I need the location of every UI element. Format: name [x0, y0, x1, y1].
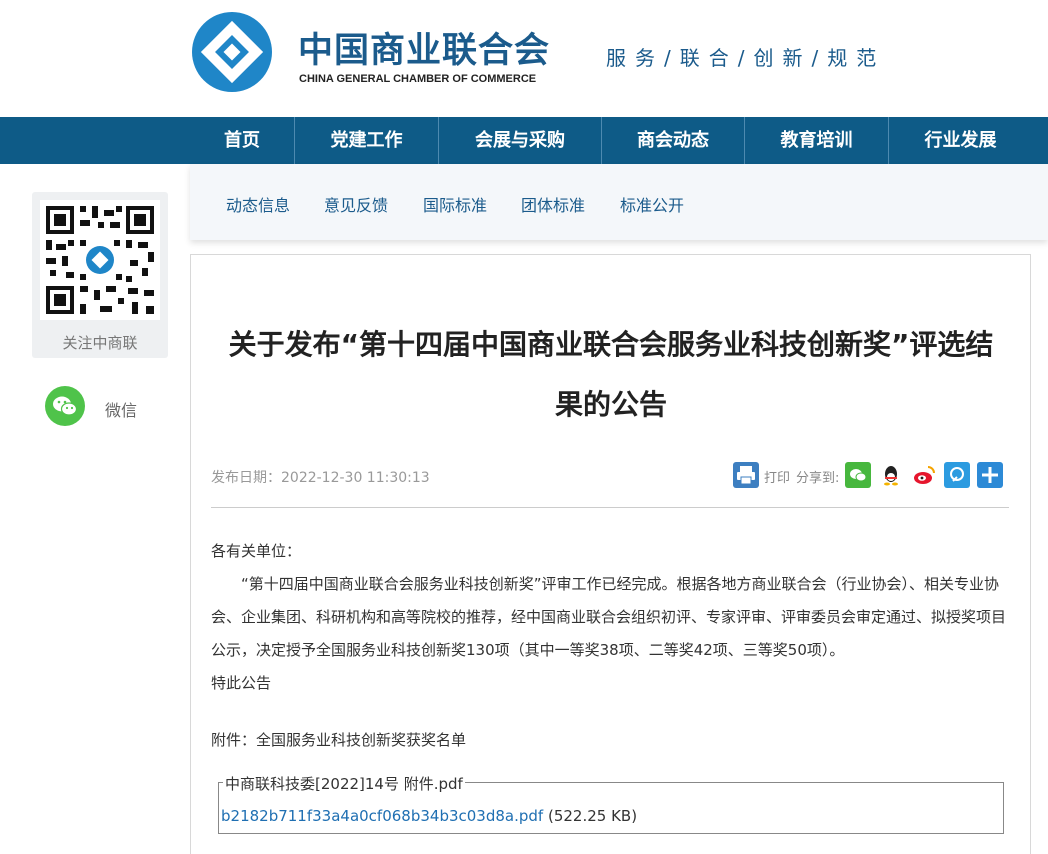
subnav-item-feedback[interactable]: 意见反馈	[324, 192, 388, 216]
qr-label: 关注中商联	[62, 334, 138, 352]
publish-date: 发布日期：2022-12-30 11:30:13	[211, 470, 430, 486]
org-name-en: CHINA GENERAL CHAMBER OF COMMERCE	[299, 73, 537, 85]
subnav-item-standard-public[interactable]: 标准公开	[620, 192, 684, 216]
article-panel: 关于发布“第十四届中国商业联合会服务业科技创新奖”评选结果的公告 发布日期：20…	[190, 254, 1031, 854]
share-wechat-icon[interactable]	[845, 462, 871, 488]
attachment-box: 中商联科技委[2022]14号 附件.pdf b2182b711f33a4a0c…	[218, 773, 1004, 834]
subnav-item-group-standard[interactable]: 团体标准	[521, 192, 585, 216]
sub-nav: 动态信息 意见反馈 国际标准 团体标准 标准公开	[190, 164, 1048, 240]
article-body: 各有关单位： “第十四届中国商业联合会服务业科技创新奖”评审工作已经完成。根据各…	[211, 535, 1011, 700]
wechat-label[interactable]: 微信	[105, 397, 137, 421]
share-qq-icon[interactable]	[878, 462, 904, 488]
subnav-item-dynamics[interactable]: 动态信息	[226, 192, 290, 216]
qr-code-icon	[40, 200, 160, 320]
subnav-item-intl-standard[interactable]: 国际标准	[423, 192, 487, 216]
qr-card: 关注中商联	[32, 192, 168, 358]
meta-divider	[211, 507, 1009, 508]
attachment-file-link[interactable]: b2182b711f33a4a0cf068b34b3c03d8a.pdf	[221, 807, 543, 825]
attachment-size: (522.25 KB)	[547, 807, 638, 825]
org-name-cn: 中国商业联合会	[298, 31, 551, 71]
attachment-line: 附件：全国服务业科技创新奖获奖名单	[211, 731, 467, 749]
body-paragraph: “第十四届中国商业联合会服务业科技创新奖”评审工作已经完成。根据各地方商业联合会…	[211, 575, 1007, 659]
attachment-legend: 中商联科技委[2022]14号 附件.pdf	[223, 773, 465, 794]
nav-item-industry[interactable]: 行业发展	[889, 117, 1032, 164]
nav-item-home[interactable]: 首页	[190, 117, 294, 164]
org-logo-icon[interactable]	[192, 12, 272, 92]
share-weibo-icon[interactable]	[911, 462, 937, 488]
print-label[interactable]: 打印	[764, 467, 790, 486]
nav-item-party[interactable]: 党建工作	[295, 117, 438, 164]
share-label: 分享到:	[796, 471, 840, 486]
print-icon[interactable]	[733, 462, 759, 488]
nav-item-education[interactable]: 教育培训	[745, 117, 888, 164]
article-title: 关于发布“第十四届中国商业联合会服务业科技创新奖”评选结果的公告	[228, 328, 994, 421]
main-nav: 首页 党建工作 会展与采购 商会动态 教育培训 行业发展	[0, 117, 1048, 164]
wechat-icon[interactable]	[45, 386, 85, 426]
site-header: 中国商业联合会 CHINA GENERAL CHAMBER OF COMMERC…	[0, 0, 1048, 117]
slogan: 服务/联合/创新/规范	[606, 46, 886, 70]
closing: 特此公告	[211, 674, 272, 692]
attachment-row: b2182b711f33a4a0cf068b34b3c03d8a.pdf (52…	[221, 807, 637, 825]
share-tencent-icon[interactable]	[944, 462, 970, 488]
share-more-icon[interactable]	[977, 462, 1003, 488]
nav-item-exhibition[interactable]: 会展与采购	[439, 117, 601, 164]
nav-item-news[interactable]: 商会动态	[602, 117, 744, 164]
greeting: 各有关单位：	[211, 542, 302, 560]
